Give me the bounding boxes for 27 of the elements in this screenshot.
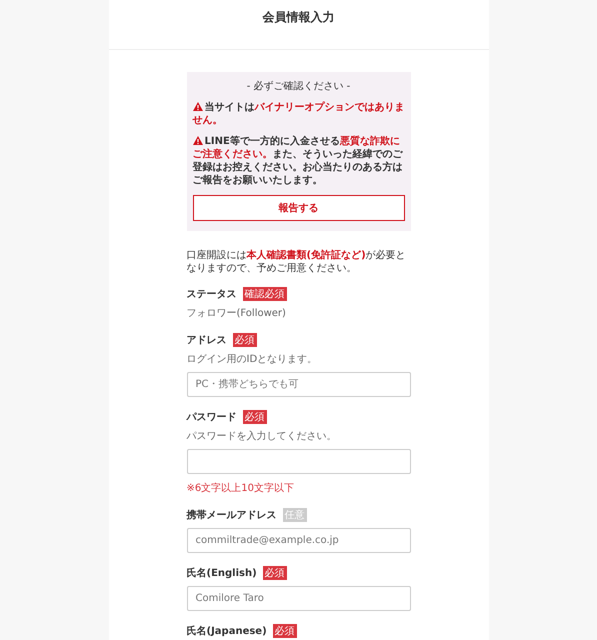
input-field[interactable]	[186, 449, 410, 474]
input-field[interactable]: Comilore Taro	[186, 586, 410, 611]
intro-text: 口座開設には本人確認書類(免許証など)が必要となりますので、予めご用意ください。	[186, 249, 407, 275]
field-hint: パスワードを入力してください。	[186, 430, 338, 443]
notice-text: LINE等で一方的に入金させる悪質な詐欺にご注意ください。また、そういった経緯でのご登録はお控えください。お心当たりのある方はご報告をお願いいたします。	[192, 135, 404, 187]
input-field[interactable]: PC・携帯どちらでも可	[186, 372, 410, 397]
required-badge: 必須	[242, 410, 266, 424]
field-label: アドレス	[186, 334, 226, 347]
notice-text: 当サイトはバイナリーオプションではありません。	[192, 101, 404, 127]
warning-icon	[192, 136, 202, 145]
field-label: 携帯メールアドレス	[186, 508, 276, 522]
required-badge: 確認必須	[242, 287, 286, 301]
field-label: 氏名(English)	[186, 566, 257, 580]
field-note: ※6文字以上10文字以下	[186, 482, 295, 495]
input-field[interactable]: commiltrade@example.co.jp	[186, 528, 410, 553]
required-badge: 必須	[232, 333, 256, 347]
page-title: 会員情報入力	[262, 9, 334, 26]
required-badge: 必須	[262, 566, 287, 580]
required-badge: 必須	[272, 624, 297, 638]
warning-icon	[192, 102, 202, 111]
notice-heading: - 必ずご確認ください -	[246, 80, 352, 93]
report-button[interactable]: 報告する	[192, 195, 404, 221]
field-label: ステータス	[186, 288, 236, 301]
field-label: 氏名(Japanese)	[186, 624, 267, 638]
field-hint: ログイン用のIDとなります。	[186, 353, 318, 366]
field-label: パスワード	[186, 411, 236, 424]
status-value: フォロワー(Follower)	[186, 307, 287, 320]
